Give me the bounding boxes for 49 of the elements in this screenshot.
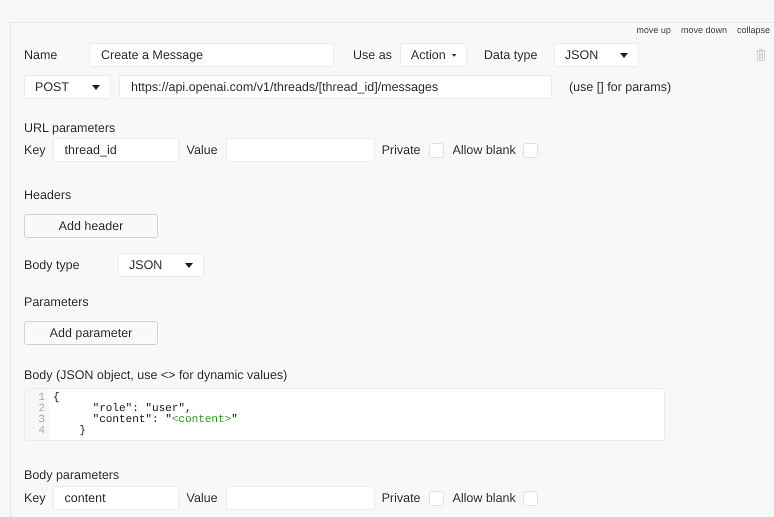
dropdown[interactable]: POST bbox=[24, 75, 111, 99]
trash-icon[interactable] bbox=[756, 49, 766, 61]
code-editor[interactable]: 1 2 3 4 { "role": "user", "content": "<content>" } bbox=[24, 388, 665, 441]
dropdown[interactable]: Action bbox=[400, 43, 467, 67]
dropdown[interactable]: JSON bbox=[554, 43, 639, 67]
field-label: (use [] for params) bbox=[569, 78, 672, 96]
field-label: Private bbox=[382, 142, 420, 159]
field-label: Key bbox=[24, 142, 46, 159]
field-label: Allow blank bbox=[452, 142, 516, 159]
code-line: "role": "user", bbox=[92, 404, 192, 415]
code-line: { bbox=[53, 393, 61, 404]
field-label: Value bbox=[186, 490, 218, 507]
field-label: Body type bbox=[24, 256, 81, 274]
caret-icon bbox=[620, 52, 628, 58]
add-button[interactable]: Add parameter bbox=[24, 321, 158, 345]
section-title: Parameters bbox=[24, 294, 90, 309]
dropdown[interactable]: JSON bbox=[118, 253, 204, 277]
caret-icon bbox=[452, 52, 456, 58]
text-link[interactable]: collapse bbox=[736, 24, 770, 38]
field-label: Name bbox=[24, 46, 58, 64]
input-field[interactable]: https://api.openai.com/v1/threads/[thread_id]/messages bbox=[119, 75, 552, 99]
caret-icon bbox=[185, 262, 193, 268]
field-label: Use as bbox=[353, 46, 392, 64]
section-title: URL parameters bbox=[24, 120, 116, 135]
checkbox[interactable] bbox=[522, 142, 538, 158]
section-title: Body parameters bbox=[24, 467, 120, 482]
checkbox[interactable] bbox=[428, 142, 444, 158]
code-line: } bbox=[78, 426, 88, 437]
field-label: Private bbox=[382, 490, 420, 507]
line-number: 1 bbox=[38, 393, 45, 404]
field-label: Key bbox=[24, 490, 46, 507]
field-label: Data type bbox=[484, 46, 538, 64]
text-link[interactable]: move down bbox=[680, 24, 727, 38]
section-title: Body (JSON object, use <> for dynamic values) bbox=[24, 367, 288, 382]
input-field[interactable]: thread_id bbox=[52, 138, 179, 162]
caret-icon bbox=[92, 84, 100, 90]
field-label: Allow blank bbox=[452, 490, 516, 507]
add-button[interactable]: Add header bbox=[24, 214, 158, 238]
line-number: 4 bbox=[38, 426, 45, 437]
text-link[interactable]: move up bbox=[636, 24, 671, 38]
section-title: Headers bbox=[24, 187, 72, 202]
field-label: Value bbox=[186, 142, 218, 159]
line-number: 2 bbox=[38, 404, 45, 415]
checkbox[interactable] bbox=[522, 490, 538, 506]
input-field[interactable]: Create a Message bbox=[89, 43, 334, 67]
code-line: "content": "<content>" bbox=[92, 415, 238, 426]
line-number: 3 bbox=[38, 415, 45, 426]
checkbox[interactable] bbox=[428, 490, 444, 506]
input-field[interactable]: content bbox=[52, 486, 179, 510]
